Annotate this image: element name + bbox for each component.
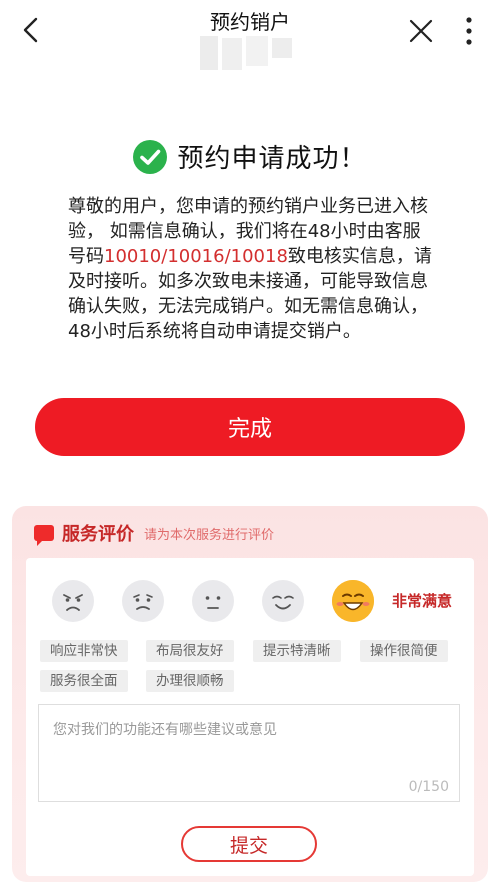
- success-banner: 预约申请成功！: [0, 138, 500, 178]
- review-title: 服务评价: [62, 524, 134, 545]
- review-subtitle: 请为本次服务进行评价: [144, 527, 275, 543]
- very-happy-face-icon[interactable]: [332, 580, 374, 622]
- more-icon[interactable]: [458, 14, 480, 48]
- comment-icon: [34, 525, 54, 546]
- success-message: 预约申请成功！: [177, 144, 367, 174]
- close-icon[interactable]: [404, 14, 438, 48]
- service-phones: 10010/10016/10018: [104, 246, 288, 267]
- tag-option[interactable]: 提示特清晰: [253, 640, 341, 662]
- tag-option[interactable]: 服务很全面: [40, 670, 128, 692]
- done-button[interactable]: 完成: [35, 398, 465, 456]
- sad-face-icon[interactable]: [122, 580, 164, 622]
- masked-subtitle: [178, 34, 302, 72]
- notice-text: 尊敬的用户，您申请的预约销户业务已进入核验， 如需信息确认，我们将在48小时由客…: [68, 194, 436, 344]
- tag-option[interactable]: 办理很顺畅: [146, 670, 234, 692]
- feedback-input[interactable]: 您对我们的功能还有哪些建议或意见 0/150: [38, 704, 460, 802]
- submit-button[interactable]: 提交: [181, 826, 317, 862]
- angry-face-icon[interactable]: [52, 580, 94, 622]
- tag-option[interactable]: 布局很友好: [146, 640, 234, 662]
- tag-option[interactable]: 操作很简便: [360, 640, 448, 662]
- rating-label: 非常满意: [392, 592, 453, 610]
- nav-bar: 预约销户: [0, 0, 500, 70]
- feedback-placeholder: 您对我们的功能还有哪些建议或意见: [53, 722, 277, 738]
- check-circle-icon: [133, 139, 168, 174]
- char-count: 0/150: [408, 779, 449, 795]
- neutral-face-icon[interactable]: [192, 580, 234, 622]
- tag-option[interactable]: 响应非常快: [40, 640, 128, 662]
- smile-face-icon[interactable]: [262, 580, 304, 622]
- rating-row: 非常满意: [40, 580, 470, 624]
